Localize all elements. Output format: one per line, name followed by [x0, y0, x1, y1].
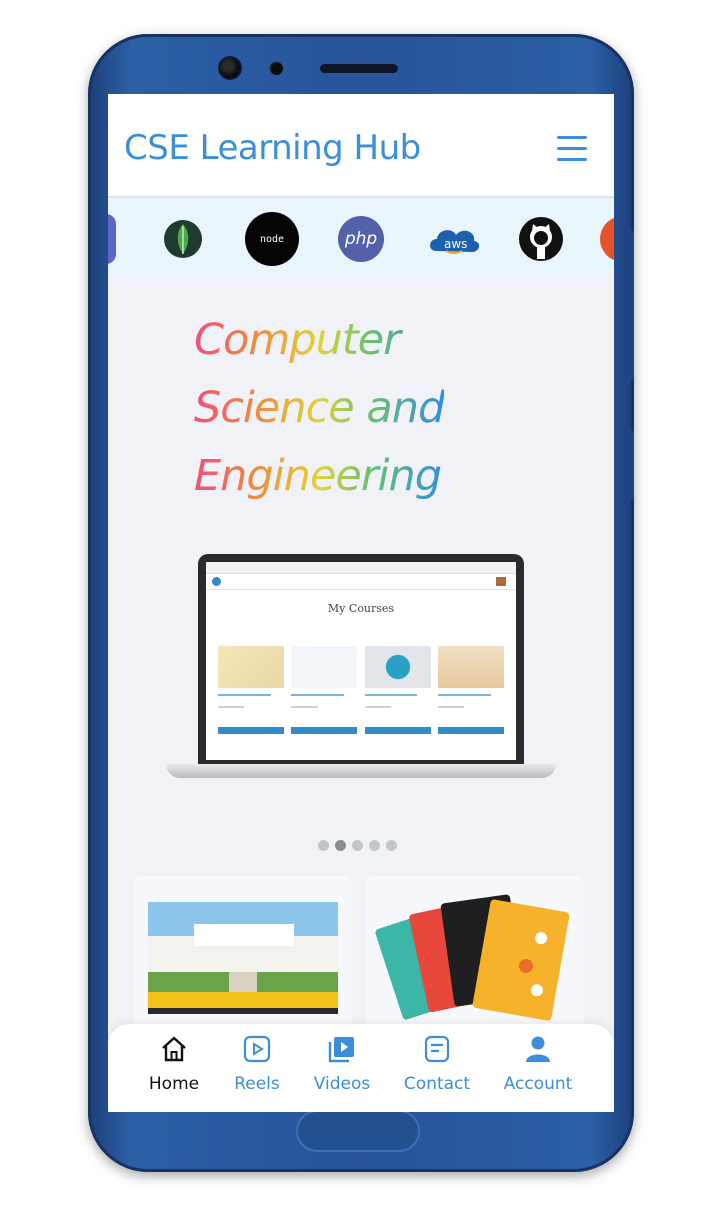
- course-card: [218, 646, 284, 742]
- nav-reels-label: Reels: [234, 1074, 280, 1094]
- carousel-dot[interactable]: [386, 840, 397, 851]
- hamburger-menu-icon[interactable]: [557, 136, 587, 162]
- volume-button: [628, 230, 634, 380]
- top-app-bar: CSE Learning Hub: [108, 94, 614, 198]
- front-camera: [218, 56, 242, 80]
- course-card: [291, 646, 358, 742]
- partial-logo-icon: [600, 216, 614, 262]
- bottom-navigation: Home Reels Videos Contact Account: [108, 1024, 614, 1112]
- carousel-indicator[interactable]: [318, 840, 397, 852]
- course-card: [364, 646, 431, 742]
- nav-account-label: Account: [503, 1074, 573, 1094]
- nav-account[interactable]: Account: [490, 1034, 586, 1106]
- nav-contact-label: Contact: [403, 1074, 471, 1094]
- earpiece-speaker: [320, 64, 398, 73]
- home-icon: [162, 1036, 186, 1062]
- tech-logo-strip[interactable]: node php aws: [108, 200, 614, 276]
- power-button: [628, 430, 634, 500]
- mongodb-icon[interactable]: [156, 212, 210, 266]
- app-screen: CSE Learning Hub node php aws Computer S…: [108, 94, 614, 1112]
- carousel-dot[interactable]: [318, 840, 329, 851]
- hero-line: Computer: [194, 306, 444, 374]
- notebooks-image-card[interactable]: [366, 876, 584, 1046]
- nav-videos-label: Videos: [313, 1074, 371, 1094]
- carousel-dot[interactable]: [352, 840, 363, 851]
- nav-reels[interactable]: Reels: [209, 1034, 305, 1106]
- nav-videos[interactable]: Videos: [294, 1034, 390, 1106]
- nav-contact[interactable]: Contact: [389, 1034, 485, 1106]
- github-icon[interactable]: [514, 212, 568, 266]
- campus-image-card[interactable]: [134, 876, 352, 1046]
- app-title: CSE Learning Hub: [124, 128, 421, 168]
- hero-heading: Computer Science and Engineering: [194, 306, 445, 510]
- nav-home[interactable]: Home: [126, 1034, 222, 1106]
- php-icon[interactable]: php: [338, 216, 384, 262]
- proximity-sensor: [270, 62, 283, 75]
- account-icon: [526, 1036, 550, 1062]
- laptop-screen-heading: My Courses: [327, 602, 395, 615]
- hero-line: Engineering: [194, 442, 444, 510]
- nodejs-icon[interactable]: node: [245, 212, 299, 266]
- partial-logo-icon: [108, 214, 116, 264]
- home-key[interactable]: [296, 1110, 420, 1152]
- contact-icon: [424, 1035, 450, 1063]
- course-card: [437, 646, 504, 742]
- carousel-dot[interactable]: [369, 840, 380, 851]
- nav-home-label: Home: [148, 1074, 200, 1094]
- carousel-dot-active[interactable]: [335, 840, 346, 851]
- hero-line: Science and: [194, 374, 445, 442]
- aws-icon[interactable]: aws: [426, 212, 482, 266]
- videos-icon: [328, 1037, 354, 1063]
- svg-text:aws: aws: [444, 237, 467, 251]
- reels-icon: [243, 1035, 271, 1063]
- laptop-illustration: My Courses: [166, 554, 556, 784]
